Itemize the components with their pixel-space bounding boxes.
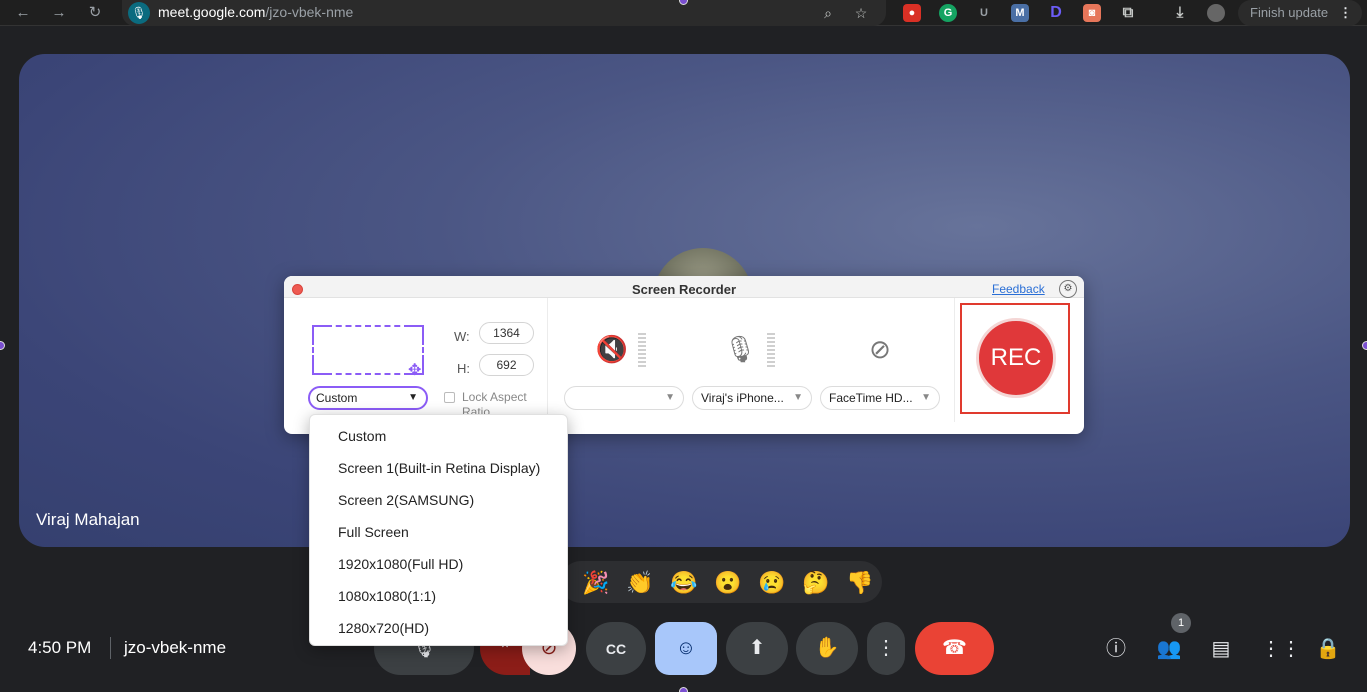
system-audio-select[interactable]: ▼ (564, 386, 684, 410)
width-label: W: (454, 329, 470, 344)
recorder-title: Screen Recorder (631, 282, 737, 297)
address-bar[interactable]: 🎙 meet.google.com/jzo-vbek-nme ⌕ ☆ (122, 0, 886, 26)
resize-handle-bottom[interactable] (679, 687, 688, 692)
chat-icon[interactable]: ▤ (1208, 636, 1234, 662)
microphone-select[interactable]: Viraj's iPhone... ▼ (692, 386, 812, 410)
chevron-down-icon: ▼ (408, 392, 418, 403)
height-input[interactable]: 692 (479, 354, 534, 376)
raise-hand-button[interactable]: ✋ (796, 622, 858, 675)
present-screen-button[interactable]: ⬆ (726, 622, 788, 675)
move-arrows-icon[interactable]: ✥ (408, 360, 421, 380)
present-icon: ⬆ (748, 637, 766, 659)
hand-icon: ✋ (814, 637, 840, 659)
participant-name: Viraj Mahajan (36, 510, 140, 529)
reaction-thinking-icon[interactable]: 🤔 (802, 569, 830, 597)
screen-recorder-window: Screen Recorder Feedback ⚙ ✥ W: 1364 H: … (284, 276, 1084, 434)
leave-call-button[interactable]: ☎ (915, 622, 994, 675)
captions-icon: CC (605, 641, 627, 657)
extension-grammarly-icon[interactable]: G (939, 4, 957, 22)
speaker-muted-icon[interactable]: 🔇 (594, 331, 630, 367)
resize-handle-right[interactable] (1362, 341, 1367, 350)
extension-camera-icon[interactable]: ◙ (1083, 4, 1101, 22)
chevron-down-icon: ▼ (921, 392, 931, 403)
reactions-bar: 🎉 👏 😂 😮 😢 🤔 👎 (560, 561, 882, 603)
chevron-down-icon: ▼ (665, 392, 675, 403)
download-icon[interactable]: ⤓ (1171, 4, 1189, 22)
finish-update-label: Finish update (1250, 5, 1329, 20)
camera-select[interactable]: FaceTime HD... ▼ (820, 386, 940, 410)
microphone-value: Viraj's iPhone... (701, 391, 784, 405)
activities-grid-icon[interactable]: ⋮⋮ (1261, 636, 1301, 662)
forward-arrow-icon[interactable]: → (50, 4, 68, 22)
recorder-titlebar: Screen Recorder Feedback ⚙ (284, 276, 1084, 298)
screen: ← → ↻ 🎙 meet.google.com/jzo-vbek-nme ⌕ ☆… (0, 0, 1367, 692)
bookmark-star-icon[interactable]: ☆ (851, 3, 871, 23)
emoji-reactions-button[interactable]: ☺ (655, 622, 717, 675)
back-arrow-icon[interactable]: ← (14, 4, 32, 22)
dropdown-option[interactable]: 1280x720(HD) (338, 620, 429, 636)
separator (110, 637, 111, 659)
region-preset-dropdown: Custom Screen 1(Built-in Retina Display)… (309, 414, 568, 646)
chevron-down-icon: ▼ (793, 392, 803, 403)
url-text: meet.google.com/jzo-vbek-nme (158, 4, 354, 20)
meeting-code: jzo-vbek-nme (124, 638, 227, 657)
microphone-off-icon[interactable]: 🎙 (722, 331, 758, 367)
extension-d-icon[interactable]: D (1047, 4, 1065, 22)
meeting-time: 4:50 PM (28, 638, 92, 657)
more-vert-icon: ⋮ (876, 637, 896, 659)
hang-up-icon: ☎ (942, 637, 967, 659)
region-preset-value: Custom (316, 391, 358, 405)
extensions-puzzle-icon[interactable]: ⧉ (1119, 4, 1137, 22)
extension-u-icon[interactable]: U (975, 4, 993, 22)
mic-level-meter (767, 333, 775, 367)
captions-button[interactable]: CC (586, 622, 646, 675)
divider (547, 298, 548, 422)
dropdown-option[interactable]: Screen 1(Built-in Retina Display) (338, 460, 540, 476)
camera-value: FaceTime HD... (829, 391, 913, 405)
more-vert-icon[interactable]: ⋮ (1339, 0, 1352, 26)
divider (954, 298, 955, 422)
extension-m-icon[interactable]: M (1011, 4, 1029, 22)
reload-icon[interactable]: ↻ (86, 4, 104, 22)
dropdown-option[interactable]: Screen 2(SAMSUNG) (338, 492, 474, 508)
finish-update-button[interactable]: Finish update ⋮ (1238, 0, 1362, 26)
reaction-cry-icon[interactable]: 😢 (758, 569, 786, 597)
extension-red-icon[interactable]: ● (903, 4, 921, 22)
audio-level-meter (638, 333, 646, 367)
settings-gear-icon[interactable]: ⚙ (1059, 280, 1077, 298)
people-icon[interactable]: 👥 (1156, 636, 1182, 662)
reaction-laugh-icon[interactable]: 😂 (670, 569, 698, 597)
profile-avatar[interactable] (1207, 4, 1225, 22)
people-count-badge: 1 (1171, 613, 1191, 633)
more-options-button[interactable]: ⋮ (867, 622, 905, 675)
meeting-info-icon[interactable]: ⓘ (1103, 636, 1129, 662)
region-preset-select[interactable]: Custom ▼ (308, 386, 428, 410)
reaction-clap-icon[interactable]: 👏 (626, 569, 654, 597)
rec-button[interactable]: REC (976, 318, 1056, 398)
emoji-icon: ☺ (675, 637, 697, 659)
dropdown-option[interactable]: 1080x1080(1:1) (338, 588, 436, 604)
zoom-icon[interactable]: ⌕ (818, 3, 838, 23)
resize-handle-left[interactable] (0, 341, 5, 350)
microphone-icon[interactable]: 🎙 (128, 2, 150, 24)
reaction-party-icon[interactable]: 🎉 (582, 569, 610, 597)
reaction-surprised-icon[interactable]: 😮 (714, 569, 742, 597)
width-input[interactable]: 1364 (479, 322, 534, 344)
host-controls-lock-icon[interactable]: 🔒 (1315, 636, 1341, 662)
dropdown-option[interactable]: 1920x1080(Full HD) (338, 556, 463, 572)
dropdown-option[interactable]: Full Screen (338, 524, 409, 540)
reaction-thumbs-down-icon[interactable]: 👎 (846, 569, 874, 597)
dropdown-option[interactable]: Custom (338, 428, 386, 444)
webcam-off-icon[interactable]: ⊘ (862, 331, 898, 367)
feedback-link[interactable]: Feedback (992, 282, 1045, 296)
height-label: H: (457, 361, 470, 376)
lock-aspect-checkbox[interactable] (444, 392, 455, 403)
